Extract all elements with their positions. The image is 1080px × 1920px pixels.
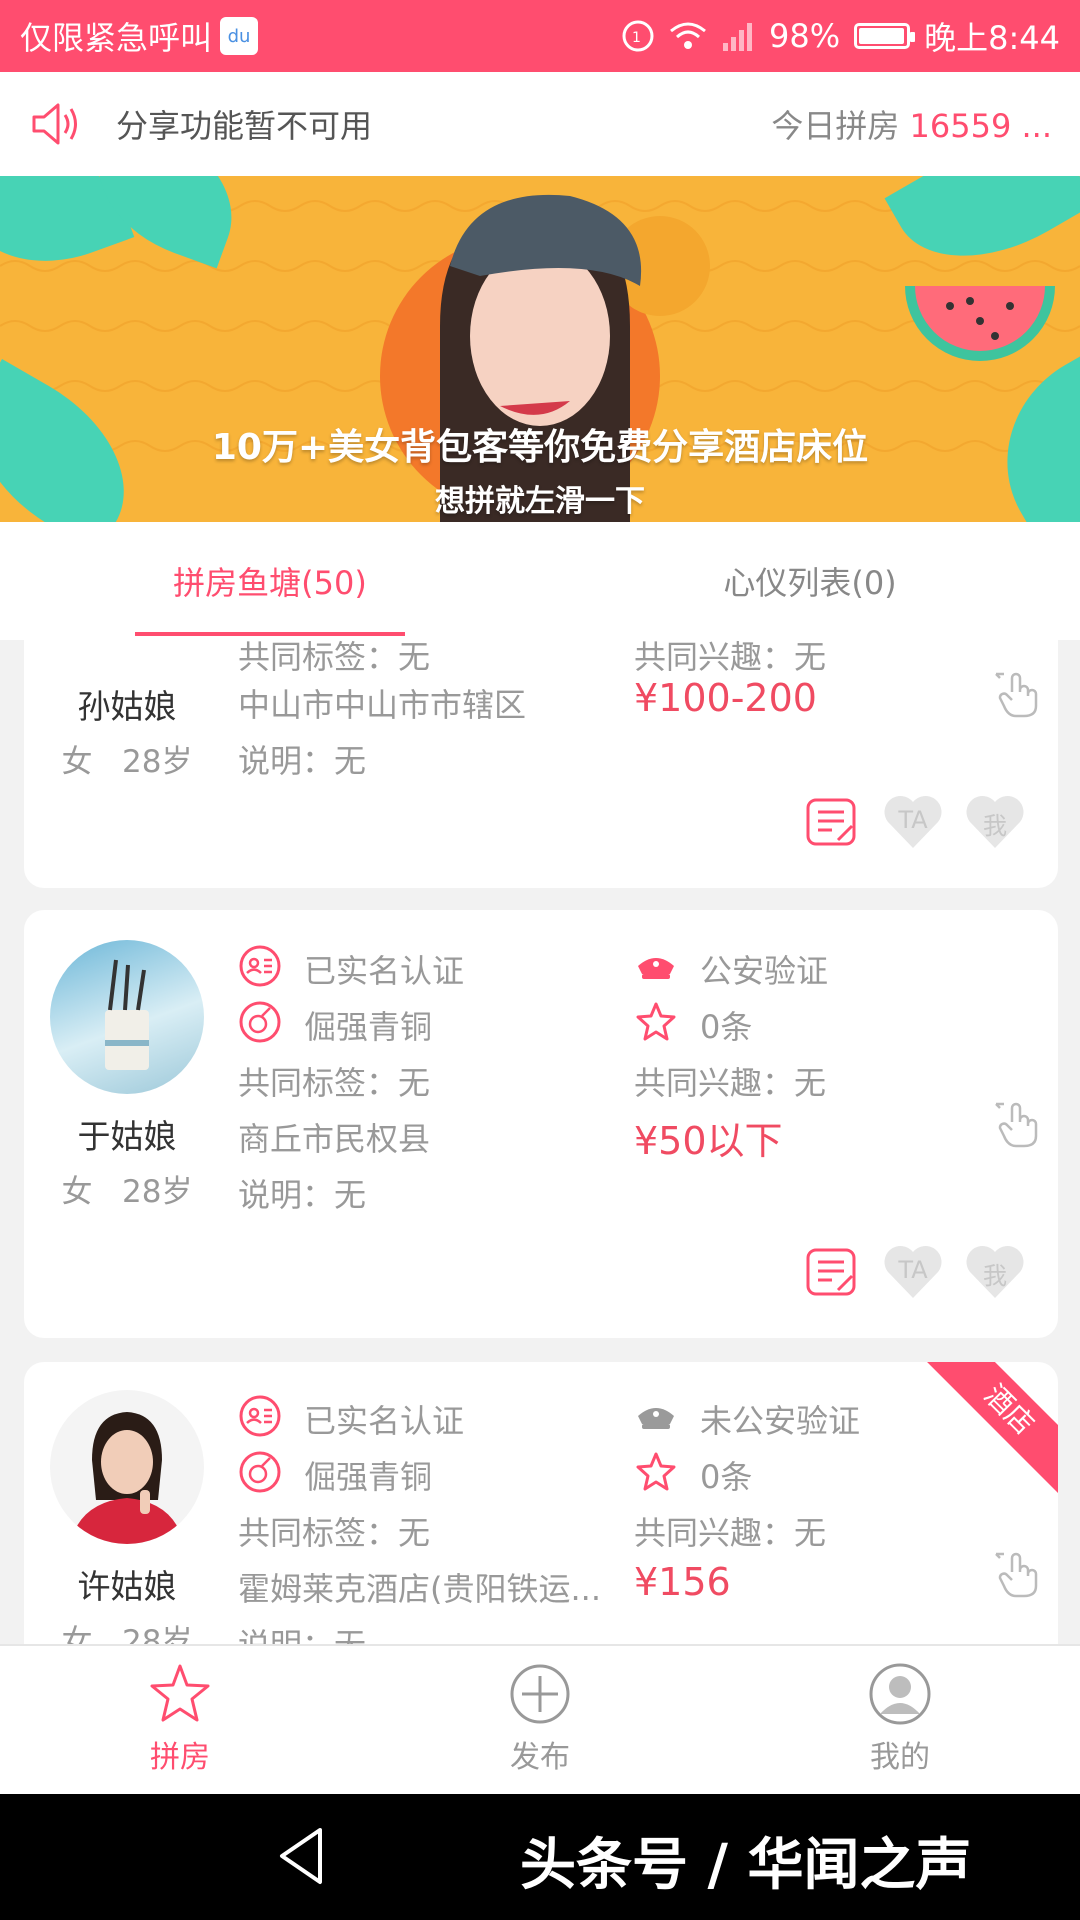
description: 说明：无 [238,742,367,780]
location: 霍姆莱克酒店(贵阳铁运... [238,1570,602,1608]
list-tabs: 拼房鱼塘(50) 心仪列表(0) [0,522,1080,640]
common-tags: 共同标签：无 [238,1064,431,1102]
rank-level: 倔强青铜 [304,1008,433,1046]
description: 说明：无 [238,1620,366,1644]
star-count: 0条 [700,1008,753,1046]
watermelon-illustration [905,285,1055,361]
nav-item-publish[interactable]: 发布 [360,1646,720,1794]
user-meta: 女 28岁 [24,736,230,781]
tab-room-pond[interactable]: 拼房鱼塘(50) [0,522,540,640]
banner-caption: 10万+美女背包客等你免费分享酒店床位 [211,427,869,468]
location: 商丘市民权县 [238,1120,431,1158]
like-ta-label: TA [898,1256,928,1284]
today-stat-label: 今日拼房 [771,107,900,145]
roommate-card[interactable]: 共同标签：无 共同兴趣：无 孙姑娘 女 28岁 中山市中山市市辖区 ¥100-2… [24,640,1058,888]
user-icon [869,1663,931,1725]
user-age: 28岁 [122,1624,193,1644]
woman-portrait-image [70,1412,184,1544]
police-verification: 公安验证 [700,952,829,990]
user-name: 孙姑娘 [77,687,177,726]
user-age: 28岁 [122,1174,193,1210]
note-icon[interactable] [804,1244,860,1300]
hotel-ribbon: 酒店 [924,1362,1058,1495]
user-name: 许姑娘 [77,1567,177,1606]
banner-subcaption: 想拼就左滑一下 [435,484,645,519]
roommate-card[interactable]: 于姑娘 女 28岁 已实名认证 公安验证 倔强青铜 0条 共同标签：无 共同兴趣… [24,910,1058,1338]
battery-fill [859,28,905,44]
user-gender: 女 [61,1624,93,1644]
battery-icon [854,23,916,49]
plus-circle-icon [510,1664,570,1724]
verified-status: 已实名认证 [304,952,465,990]
signal-icon [723,23,752,51]
nav-label: 拼房 [150,1740,210,1775]
notice-bar: 分享功能暂不可用 今日拼房 16559 ... [0,72,1080,176]
rank-level: 倔强青铜 [304,1458,433,1496]
status-bar: 仅限紧急呼叫 du 1 98% 晚上8:44 [0,0,1080,72]
nav-item-mine[interactable]: 我的 [720,1646,1080,1794]
location: 中山市中山市市辖区 [238,686,527,724]
common-interests: 共同兴趣：无 [634,1064,827,1102]
common-interests: 共同兴趣：无 [634,640,827,676]
like-ta-icon[interactable]: TA [882,1242,944,1300]
price-range: ¥156 [634,1560,731,1604]
like-ta-icon[interactable]: TA [882,792,944,850]
back-triangle-icon[interactable] [274,1824,330,1888]
price-range: ¥50以下 [634,1119,783,1163]
clock: 晚上8:44 [924,19,1060,57]
tab-favorites[interactable]: 心仪列表(0) [540,522,1080,640]
carrier-text: 仅限紧急呼叫 [20,19,213,57]
app-notification-icon: du [220,17,259,55]
user-age: 28岁 [122,744,193,780]
common-interests: 共同兴趣：无 [634,1514,827,1552]
star-icon [150,1664,210,1722]
user-name: 于姑娘 [77,1117,177,1156]
common-tags: 共同标签：无 [238,1514,431,1552]
avatar[interactable] [50,940,204,1094]
note-icon[interactable] [804,794,860,850]
description: 说明：无 [238,1176,367,1214]
like-me-icon[interactable]: 我 [964,792,1026,850]
roommate-card[interactable]: 酒店 许姑娘 女 28岁 已实名认证 未公安验证 倔强青铜 0条 共同标签：无 … [24,1362,1058,1644]
swipe-hand-icon[interactable] [994,1550,1044,1600]
today-stat-value: 16559 ... [909,107,1052,145]
portrait-illustration [380,194,710,522]
user-gender: 女 [61,1174,93,1210]
swipe-hand-icon[interactable] [994,1100,1044,1150]
user-meta: 女 28岁 [24,1616,230,1644]
common-tags: 共同标签：无 [238,640,431,676]
nav-label: 我的 [870,1740,930,1775]
nav-label: 发布 [510,1740,570,1775]
speaker-icon [32,103,77,145]
watermark-text: 头条号 / 华闻之声 [520,1833,972,1898]
promo-banner[interactable]: 10万+美女背包客等你免费分享酒店床位 想拼就左滑一下 [0,176,1080,522]
bottom-nav: 拼房 发布 我的 [0,1644,1080,1794]
star-count: 0条 [700,1458,753,1496]
verified-status: 已实名认证 [304,1402,465,1440]
nav-item-room[interactable]: 拼房 [0,1646,360,1794]
notice-message: 分享功能暂不可用 [116,107,373,145]
police-verification: 未公安验证 [700,1402,861,1440]
today-stat[interactable]: 今日拼房 16559 ... [771,101,1052,147]
price-range: ¥100-200 [634,676,817,720]
like-me-label: 我 [983,1262,1007,1290]
like-me-label: 我 [983,812,1007,840]
user-meta: 女 28岁 [24,1166,230,1211]
battery-percent: 98% [769,17,841,55]
like-ta-label: TA [898,806,928,834]
avatar[interactable] [50,1390,204,1544]
user-gender: 女 [61,744,93,780]
system-nav-bar: 头条号 / 华闻之声 [0,1794,1080,1920]
wifi-icon [670,22,706,49]
svg-text:1: 1 [632,30,641,46]
pencil-cup-image [105,959,149,1070]
roommate-list[interactable]: 共同标签：无 共同兴趣：无 孙姑娘 女 28岁 中山市中山市市辖区 ¥100-2… [0,640,1080,1644]
swipe-hand-icon[interactable] [994,670,1044,720]
like-me-icon[interactable]: 我 [964,1242,1026,1300]
call-hd-icon: 1 [622,20,654,52]
